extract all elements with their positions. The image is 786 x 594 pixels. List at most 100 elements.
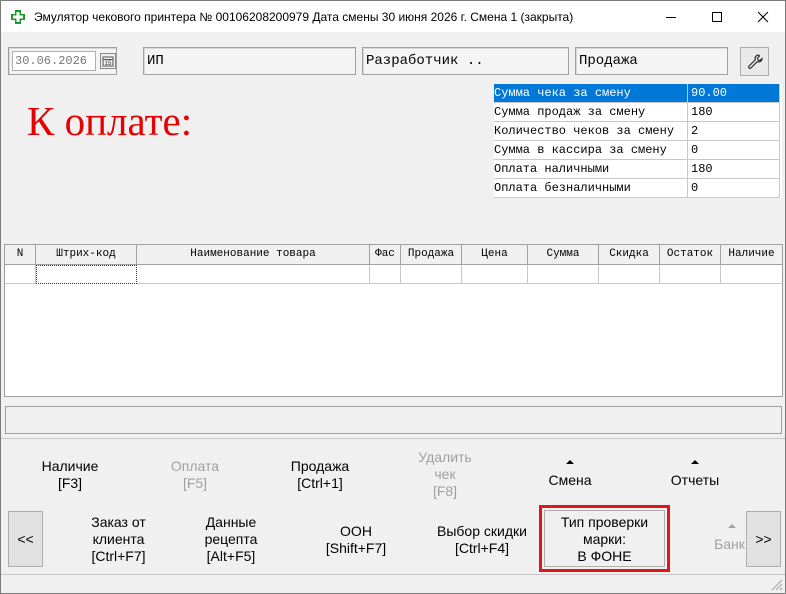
recipe-data-button[interactable]: Данные рецепта [Alt+F5] (181, 514, 281, 565)
grid-cell[interactable] (401, 265, 462, 284)
maximize-icon (712, 11, 722, 22)
status-field (5, 406, 782, 434)
shift-menu-button[interactable]: Смена (521, 458, 619, 489)
col-header-sale[interactable]: Продажа (401, 245, 462, 265)
stats-row[interactable]: Сумма продаж за смену 180 (494, 103, 782, 122)
header-fields: 30.06.2026 15 ИП Разработчик .. Продажа (1, 47, 785, 77)
delete-check-label-2: чек (434, 466, 456, 482)
reports-menu-button[interactable]: Отчеты (646, 458, 744, 489)
status-bar (1, 574, 785, 593)
client-order-label-2: клиента (92, 531, 145, 547)
stats-row[interactable]: Сумма в кассира за смену 0 (494, 141, 782, 160)
pharmacy-cross-icon (11, 10, 25, 24)
divider (1, 438, 785, 439)
wrench-icon (747, 53, 763, 69)
grid-cell-current[interactable] (36, 265, 137, 284)
maximize-button[interactable] (694, 1, 740, 32)
stat-value: 0 (688, 141, 780, 160)
col-header-product[interactable]: Наименование товара (137, 245, 370, 265)
client-order-button[interactable]: Заказ от клиента [Ctrl+F7] (56, 514, 181, 565)
close-button[interactable] (740, 1, 786, 32)
recipe-label-2: рецепта (204, 531, 258, 547)
date-input[interactable]: 30.06.2026 (12, 51, 96, 71)
recipe-label-1: Данные (205, 514, 257, 530)
stat-name: Количество чеков за смену (494, 122, 688, 141)
cash-button-hotkey: [F3] (57, 475, 83, 491)
menu-caret-icon (566, 460, 574, 464)
scroll-right-button[interactable]: >> (746, 511, 781, 567)
grid-cell[interactable] (462, 265, 528, 284)
stat-value: 180 (688, 160, 780, 179)
stat-value: 180 (688, 103, 780, 122)
menu-caret-icon (691, 460, 699, 464)
col-header-discount[interactable]: Скидка (599, 245, 660, 265)
col-header-price[interactable]: Цена (462, 245, 528, 265)
shift-stats-table: Сумма чека за смену 90.00 Сумма продаж з… (494, 84, 782, 198)
payment-button[interactable]: Оплата [F5] (146, 458, 244, 492)
delete-check-hotkey: [F8] (432, 483, 458, 499)
discount-hotkey: [Ctrl+F4] (454, 540, 510, 556)
client-order-label-1: Заказ от (91, 514, 146, 530)
payment-button-label: Оплата (170, 458, 220, 474)
col-header-availability[interactable]: Наличие (721, 245, 782, 265)
sale-button-hotkey: [Ctrl+1] (297, 475, 343, 491)
stats-row[interactable]: Количество чеков за смену 2 (494, 122, 782, 141)
discount-select-button[interactable]: Выбор скидки [Ctrl+F4] (426, 523, 538, 557)
check-type-label-2: марки: (582, 531, 627, 547)
app-window: Эмулятор чекового принтера № 00106208200… (0, 0, 786, 594)
window-title: Эмулятор чекового принтера № 00106208200… (34, 10, 574, 24)
stat-value: 2 (688, 122, 780, 141)
resize-grip-icon[interactable] (771, 579, 783, 591)
items-grid[interactable]: N Штрих-код Наименование товара Фас Прод… (4, 244, 783, 397)
payment-button-hotkey: [F5] (182, 475, 208, 491)
date-picker[interactable]: 30.06.2026 15 (8, 47, 117, 75)
grid-cell[interactable] (528, 265, 599, 284)
cash-button-label: Наличие (41, 458, 99, 474)
minimize-button[interactable] (648, 1, 694, 32)
check-type-value: В ФОНЕ (577, 548, 632, 564)
stats-row[interactable]: Сумма чека за смену 90.00 (494, 84, 782, 103)
calendar-icon: 15 (102, 56, 114, 67)
delete-check-button[interactable]: Удалить чек [F8] (396, 449, 494, 500)
stat-value: 90.00 (688, 84, 780, 103)
stat-name: Сумма продаж за смену (494, 103, 688, 122)
col-header-barcode[interactable]: Штрих-код (36, 245, 137, 265)
settings-button[interactable] (740, 47, 769, 76)
bank-button-label: Банк (714, 536, 745, 552)
oon-button[interactable]: ООН [Shift+F7] (306, 523, 406, 557)
org-field[interactable]: ИП (143, 47, 356, 75)
recipe-hotkey: [Alt+F5] (206, 548, 256, 564)
grid-cell[interactable] (137, 265, 370, 284)
stats-row[interactable]: Оплата безналичными 0 (494, 179, 782, 198)
stat-name: Оплата наличными (494, 160, 688, 179)
col-header-fas[interactable]: Фас (370, 245, 401, 265)
calendar-button[interactable]: 15 (100, 53, 116, 69)
client-order-hotkey: [Ctrl+F7] (91, 548, 146, 564)
stats-row[interactable]: Оплата наличными 180 (494, 160, 782, 179)
minimize-icon (666, 16, 676, 18)
scroll-left-button[interactable]: << (8, 511, 43, 567)
payment-label: К оплате: (27, 98, 193, 144)
title-bar: Эмулятор чекового принтера № 00106208200… (1, 1, 785, 32)
check-type-label-1: Тип проверки (560, 514, 649, 530)
grid-cell[interactable] (660, 265, 721, 284)
oon-hotkey: [Shift+F7] (325, 540, 387, 556)
sale-button-label: Продажа (290, 458, 350, 474)
close-icon (757, 11, 769, 22)
oon-label: ООН (340, 523, 372, 539)
sale-button[interactable]: Продажа [Ctrl+1] (271, 458, 369, 492)
cashier-field[interactable]: Разработчик .. (362, 47, 569, 75)
col-header-n[interactable]: N (5, 245, 36, 265)
grid-cell[interactable] (599, 265, 660, 284)
stat-name: Сумма чека за смену (494, 84, 688, 103)
col-header-sum[interactable]: Сумма (528, 245, 599, 265)
grid-cell[interactable] (5, 265, 36, 284)
grid-cell[interactable] (370, 265, 401, 284)
discount-label: Выбор скидки (437, 523, 527, 539)
cash-button[interactable]: Наличие [F3] (21, 458, 119, 492)
operation-field[interactable]: Продажа (575, 47, 728, 75)
grid-cell[interactable] (721, 265, 782, 284)
bank-menu-button[interactable]: Банк (701, 521, 747, 553)
col-header-stock[interactable]: Остаток (660, 245, 721, 265)
check-type-button[interactable]: Тип проверки марки: В ФОНЕ (544, 510, 665, 567)
